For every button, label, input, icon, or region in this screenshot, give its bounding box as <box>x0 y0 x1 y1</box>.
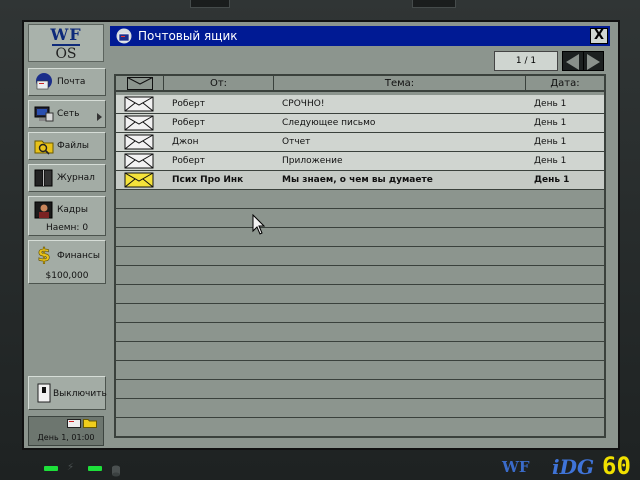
empty-row <box>116 361 604 380</box>
column-header-from[interactable]: От: <box>164 76 274 92</box>
wf-os-logo: WF OS <box>28 24 104 62</box>
next-page-icon[interactable] <box>587 54 600 70</box>
table-header: От: Тема: Дата: <box>116 76 604 92</box>
svg-text:$: $ <box>37 244 50 264</box>
empty-row <box>116 323 604 342</box>
sidebar-item-label: Сеть <box>57 109 80 119</box>
table-row[interactable]: Псих Про Инк Мы знаем, о чем вы думаете … <box>116 171 604 190</box>
empty-row <box>116 380 604 399</box>
envelope-read-icon <box>124 115 154 131</box>
empty-row <box>116 228 604 247</box>
power-led <box>44 466 58 471</box>
logo-line-2: OS <box>55 46 77 62</box>
folder-notification-icon <box>83 418 97 430</box>
sidebar-item-label: Кадры <box>57 205 88 215</box>
bezel-notch <box>412 0 456 8</box>
table-row[interactable]: Роберт Приложение День 1 <box>116 152 604 171</box>
personnel-icon <box>34 201 54 219</box>
row-from: Джон <box>172 137 199 147</box>
employee-count: Наемн: 0 <box>45 223 89 233</box>
disk-icon <box>111 462 121 480</box>
fps-counter: 60 <box>602 452 631 480</box>
close-button[interactable]: X <box>590 28 608 44</box>
mail-table: От: Тема: Дата: Роберт СРОЧНО! День 1 Ро… <box>114 74 606 438</box>
window-titlebar[interactable]: Почтовый ящик X <box>110 26 610 46</box>
empty-row <box>116 209 604 228</box>
mail-icon <box>34 73 54 91</box>
row-subject: Мы знаем, о чем вы думаете <box>282 175 433 185</box>
envelope-read-icon <box>124 134 154 150</box>
mail-notification-icon <box>67 419 81 430</box>
sidebar-item-journal[interactable]: Журнал <box>28 164 106 192</box>
row-from: Псих Про Инк <box>172 175 244 185</box>
game-clock: День 1, 01:00 <box>37 433 95 442</box>
os-screen: WF OS Почта Сеть Файлы Журнал Кадры Наем… <box>22 20 620 450</box>
bezel-notch <box>190 0 230 8</box>
row-subject: Приложение <box>282 156 343 166</box>
header-envelope-column <box>116 76 164 92</box>
activity-led <box>88 466 102 471</box>
sidebar-item-mail[interactable]: Почта <box>28 68 106 96</box>
idg-brand-logo: iDG <box>552 455 595 479</box>
page-indicator: 1 / 1 <box>494 51 558 71</box>
submenu-arrow-icon <box>97 113 102 121</box>
mailbox-window: Почтовый ящик X 1 / 1 От: Тема: Дата: Ро… <box>110 26 610 442</box>
logo-line-1: WF <box>50 25 82 44</box>
column-header-subject[interactable]: Тема: <box>274 76 526 92</box>
sidebar-item-label: Почта <box>57 77 86 87</box>
sidebar-item-label: Финансы <box>57 251 100 261</box>
network-icon <box>34 105 54 123</box>
column-header-date[interactable]: Дата: <box>526 76 604 92</box>
empty-row <box>116 342 604 361</box>
finance-icon: $ <box>34 244 54 264</box>
envelope-read-icon <box>124 153 154 169</box>
power-switch-icon <box>34 383 54 403</box>
envelope-header-icon <box>126 77 153 90</box>
row-subject: Следующее письмо <box>282 118 376 128</box>
journal-icon <box>34 169 54 187</box>
envelope-unread-icon <box>124 172 154 188</box>
empty-row <box>116 399 604 418</box>
clock-panel: День 1, 01:00 <box>28 416 104 446</box>
sidebar-item-finance[interactable]: $ Финансы $100,000 <box>28 240 106 284</box>
files-icon <box>34 137 54 155</box>
row-date: День 1 <box>534 175 570 185</box>
empty-row <box>116 190 604 209</box>
row-date: День 1 <box>534 99 567 109</box>
table-row[interactable]: Джон Отчет День 1 <box>116 133 604 152</box>
empty-row <box>116 285 604 304</box>
mouse-cursor-icon <box>252 214 266 235</box>
window-title: Почтовый ящик <box>138 29 238 43</box>
mailbox-icon <box>116 28 132 44</box>
empty-row <box>116 247 604 266</box>
row-subject: Отчет <box>282 137 311 147</box>
row-from: Роберт <box>172 99 205 109</box>
row-from: Роберт <box>172 156 205 166</box>
prev-page-icon[interactable] <box>566 54 579 70</box>
empty-row <box>116 304 604 323</box>
empty-row <box>116 266 604 285</box>
sidebar-item-label: Журнал <box>57 173 95 183</box>
sidebar-item-network[interactable]: Сеть <box>28 100 106 128</box>
sidebar-item-personnel[interactable]: Кадры Наемн: 0 <box>28 196 106 236</box>
row-date: День 1 <box>534 118 567 128</box>
row-date: День 1 <box>534 137 567 147</box>
close-icon: X <box>593 28 605 43</box>
row-from: Роберт <box>172 118 205 128</box>
shutdown-label: Выключить <box>53 389 107 399</box>
bolt-icon: ⚡ <box>67 462 75 473</box>
balance-value: $100,000 <box>45 271 89 281</box>
row-subject: СРОЧНО! <box>282 99 325 109</box>
sidebar-item-label: Файлы <box>57 141 89 151</box>
page-nav <box>562 51 604 71</box>
table-row[interactable]: Роберт Следующее письмо День 1 <box>116 114 604 133</box>
row-date: День 1 <box>534 156 567 166</box>
wf-brand-logo: WF <box>502 458 530 476</box>
table-row[interactable]: Роберт СРОЧНО! День 1 <box>116 95 604 114</box>
envelope-read-icon <box>124 96 154 112</box>
sidebar-item-files[interactable]: Файлы <box>28 132 106 160</box>
shutdown-button[interactable]: Выключить <box>28 376 107 410</box>
